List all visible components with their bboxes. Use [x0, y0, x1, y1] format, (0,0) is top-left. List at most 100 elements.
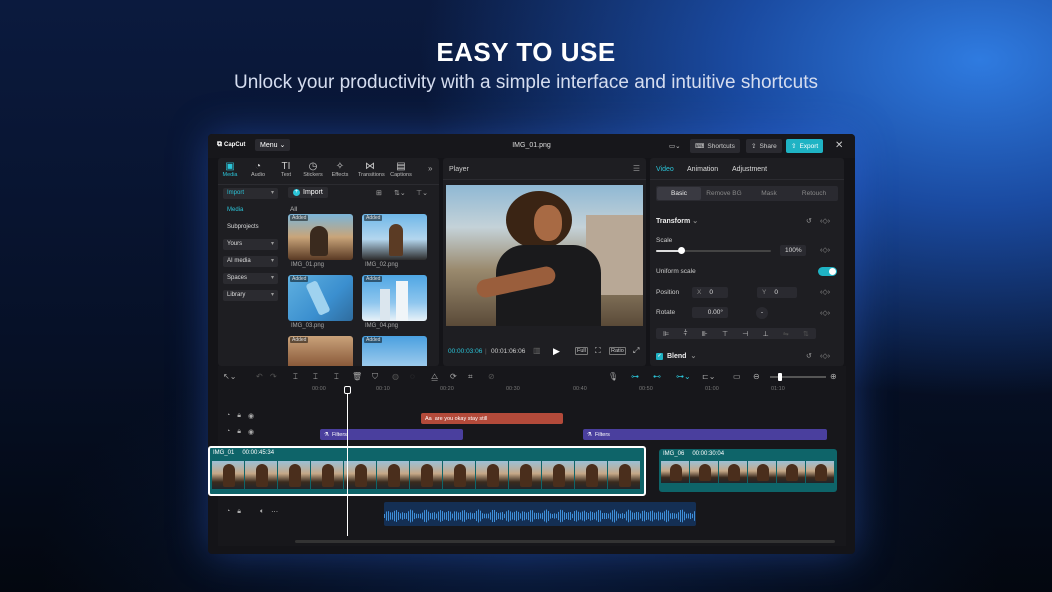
zoom-slider[interactable]	[770, 373, 826, 381]
delete-icon[interactable]: 🗑	[352, 372, 362, 381]
align-center-icon[interactable]: ⫩	[683, 330, 687, 338]
sidebar-item-ai-media[interactable]: AI media ▾	[223, 256, 278, 267]
split-icon[interactable]: ⌶	[293, 372, 298, 382]
caption-icon[interactable]: ▭	[733, 372, 741, 381]
tab-video[interactable]: Video	[656, 166, 674, 173]
subtab-retouch[interactable]: Retouch	[792, 187, 836, 200]
clock-icon[interactable]: ◔	[226, 428, 230, 436]
rotate-field[interactable]: 0.00°	[692, 307, 728, 318]
export-button[interactable]: ⇧ Export	[786, 139, 824, 153]
close-icon[interactable]: ✕	[835, 140, 843, 151]
fullscreen-icon[interactable]: ⤢	[633, 346, 639, 356]
uniform-scale-toggle[interactable]	[818, 267, 837, 276]
align-bottom-icon[interactable]: ⊥	[763, 330, 769, 338]
eye-icon[interactable]: ◉	[248, 412, 254, 420]
split-right-icon[interactable]: ⌶	[334, 372, 339, 382]
redo-icon[interactable]: ↷	[270, 372, 277, 381]
volume-icon[interactable]: 🔈︎	[260, 508, 264, 516]
sidebar-item-subprojects[interactable]: Subprojects	[223, 222, 278, 233]
more-tabs-icon[interactable]: »	[428, 164, 432, 173]
sidebar-item-library[interactable]: Library ▾	[223, 290, 278, 301]
filter-icon[interactable]: ⊤⌄	[416, 189, 428, 197]
audio-clip[interactable]	[384, 502, 696, 526]
checkbox-checked-icon[interactable]: ✓	[656, 352, 663, 360]
lock-icon[interactable]: 🔒︎	[237, 508, 241, 516]
flip-v-icon[interactable]: ⇅	[803, 330, 809, 338]
filter-clip-1[interactable]: ⚗ Filters	[320, 429, 463, 440]
mic-icon[interactable]: 🎙	[608, 372, 618, 381]
blend-section[interactable]: ✓ Blend ⌄	[656, 352, 696, 360]
sort-icon[interactable]: ⇅⌄	[394, 189, 406, 197]
waveform-toggle-icon[interactable]: ▥	[533, 346, 541, 355]
keyframe-icon[interactable]: ‹◇›	[820, 217, 830, 225]
position-x-field[interactable]: X0	[692, 287, 728, 298]
scale-value[interactable]: 100%	[780, 245, 806, 256]
media-thumb-1[interactable]: Added	[288, 214, 353, 260]
magnet-icon[interactable]: ⊷	[653, 372, 661, 381]
ratio-button[interactable]: Ratio	[609, 347, 626, 355]
text-clip[interactable]: Aa are you okay stay still	[421, 413, 563, 424]
clock-icon[interactable]: ◔	[226, 412, 230, 420]
import-button[interactable]: + Import	[288, 187, 328, 198]
sidebar-item-yours[interactable]: Yours ▾	[223, 239, 278, 250]
keyframe-icon[interactable]: ‹◇›	[820, 246, 830, 254]
more-icon[interactable]: ⋯	[271, 508, 278, 516]
reverse-icon[interactable]: ◌	[410, 372, 415, 381]
rotate-dial[interactable]: -	[756, 307, 768, 319]
adjust-icon[interactable]: ⊘	[488, 372, 495, 381]
tab-transitions[interactable]: ⋈ Transitions	[358, 161, 385, 178]
main-video-clip[interactable]: IMG_01 00:00:45:34	[208, 446, 646, 496]
lock-icon[interactable]: 🔒︎	[237, 428, 241, 436]
lock-icon[interactable]: 🔒︎	[237, 412, 241, 420]
audio-clock-icon[interactable]: ◔	[226, 508, 230, 516]
tab-adjustment[interactable]: Adjustment	[732, 166, 767, 173]
full-button[interactable]: Full	[575, 347, 588, 355]
position-y-field[interactable]: Y0	[757, 287, 797, 298]
keyframe-icon[interactable]: ‹◇›	[820, 288, 830, 296]
snap-icon[interactable]: ⊶⌄	[676, 372, 691, 381]
layout-button[interactable]: ▭⌄	[664, 139, 686, 153]
media-thumb-3[interactable]: Added	[288, 275, 353, 321]
menu-icon[interactable]: ☰	[633, 164, 640, 173]
zoom-knob[interactable]	[778, 373, 782, 381]
filter-clip-2[interactable]: ⚗ Filters	[583, 429, 827, 440]
shortcuts-button[interactable]: ⌨ Shortcuts	[690, 139, 740, 153]
tab-animation[interactable]: Animation	[687, 166, 718, 173]
shield-icon[interactable]: ⛉	[372, 372, 378, 382]
eye-icon[interactable]: ◉	[248, 428, 254, 436]
media-thumb-4[interactable]: Added	[362, 275, 427, 321]
playhead[interactable]	[344, 386, 351, 536]
media-thumb-6[interactable]: Added	[362, 336, 427, 366]
zoom-out-icon[interactable]: ⊖	[753, 372, 760, 381]
align-top-icon[interactable]: ⊤	[722, 330, 728, 338]
grid-view-icon[interactable]: ⊞	[376, 189, 382, 197]
timeline-scrollbar[interactable]	[295, 540, 835, 543]
crop-icon[interactable]: ⛶	[595, 346, 601, 356]
crop-icon[interactable]: ⌗	[468, 372, 473, 382]
scale-slider-knob[interactable]	[678, 247, 686, 254]
link-icon[interactable]: ⊶	[631, 372, 639, 381]
split-left-icon[interactable]: ⌶	[313, 372, 318, 382]
reset-icon[interactable]: ↺	[806, 352, 812, 360]
align-right-icon[interactable]: ⊪	[702, 330, 708, 338]
cursor-icon[interactable]: ↖⌄	[223, 372, 236, 381]
play-icon[interactable]: ▶	[553, 346, 560, 357]
sidebar-item-import[interactable]: Import ▾	[223, 188, 278, 199]
share-button[interactable]: ⇪ Share	[746, 139, 782, 153]
media-thumb-2[interactable]: Added	[362, 214, 427, 260]
tab-captions[interactable]: ▤ Captions	[389, 161, 413, 178]
subtab-mask[interactable]: Mask	[747, 187, 791, 200]
mirror-icon[interactable]: ⧋	[431, 372, 438, 382]
sidebar-item-media[interactable]: Media	[223, 205, 278, 216]
freeze-icon[interactable]: ◍	[392, 372, 399, 381]
sidebar-item-spaces[interactable]: Spaces ▾	[223, 273, 278, 284]
keyframe-icon[interactable]: ‹◇›	[820, 309, 830, 317]
flip-h-icon[interactable]: ⇋	[783, 330, 789, 338]
reset-icon[interactable]: ↺	[806, 217, 812, 225]
align-middle-icon[interactable]: ⊣	[742, 330, 748, 338]
subtab-remove-bg[interactable]: Remove BG	[702, 187, 746, 200]
zoom-in-icon[interactable]: ⊕	[830, 372, 837, 381]
align-left-icon[interactable]: ⊫	[663, 330, 669, 338]
tab-media[interactable]: ▣ Media	[218, 161, 242, 178]
rotate-icon[interactable]: ⟳	[450, 372, 457, 381]
